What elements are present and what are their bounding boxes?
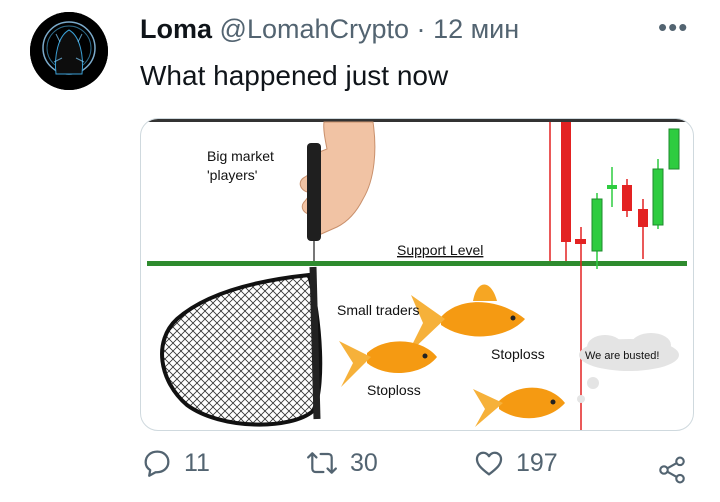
more-options-icon[interactable]: ••• xyxy=(658,12,688,43)
tweet-text: What happened just now xyxy=(140,60,449,91)
like-count: 197 xyxy=(516,448,558,477)
like-button[interactable]: 197 xyxy=(472,446,558,480)
share-button[interactable] xyxy=(656,454,688,491)
goldfish-3 xyxy=(473,387,565,427)
label-big-players-1: Big market xyxy=(207,148,274,164)
tweet-header: Loma @LomahCrypto · 12 мин xyxy=(140,14,519,45)
retweet-count: 30 xyxy=(350,448,378,477)
heart-icon xyxy=(475,451,503,476)
tweet-actions: 11 30 197 xyxy=(0,446,720,490)
reply-count: 11 xyxy=(184,448,210,477)
image-top-border xyxy=(141,119,693,122)
retweet-button[interactable]: 30 xyxy=(304,446,378,480)
thought-bubble: We are busted! xyxy=(577,333,679,403)
tweet-image[interactable]: Big market 'players' Support Level Small… xyxy=(140,118,694,431)
label-big-players-2: 'players' xyxy=(207,167,257,183)
label-support-level: Support Level xyxy=(397,242,483,258)
label-busted: We are busted! xyxy=(585,350,659,362)
hand-with-rod-illustration xyxy=(299,121,376,261)
author-name[interactable]: Loma xyxy=(140,14,212,44)
goldfish-2 xyxy=(339,341,437,387)
candlestick-chart xyxy=(549,122,680,430)
label-stoploss-2: Stoploss xyxy=(367,382,421,398)
fishing-net-illustration xyxy=(160,266,323,427)
label-small-traders: Small traders xyxy=(337,302,419,318)
label-stoploss-1: Stoploss xyxy=(491,346,545,362)
author-handle[interactable]: @LomahCrypto xyxy=(220,14,410,44)
support-level-line xyxy=(147,261,687,266)
reply-button[interactable]: 11 xyxy=(140,446,210,480)
share-icon xyxy=(659,456,685,484)
timestamp[interactable]: 12 мин xyxy=(433,14,519,44)
separator-dot: · xyxy=(416,14,426,44)
retweet-icon xyxy=(307,452,337,474)
goldfish-1 xyxy=(407,284,525,355)
avatar[interactable] xyxy=(30,12,108,90)
reply-icon xyxy=(144,450,170,477)
avatar-image xyxy=(30,12,108,90)
